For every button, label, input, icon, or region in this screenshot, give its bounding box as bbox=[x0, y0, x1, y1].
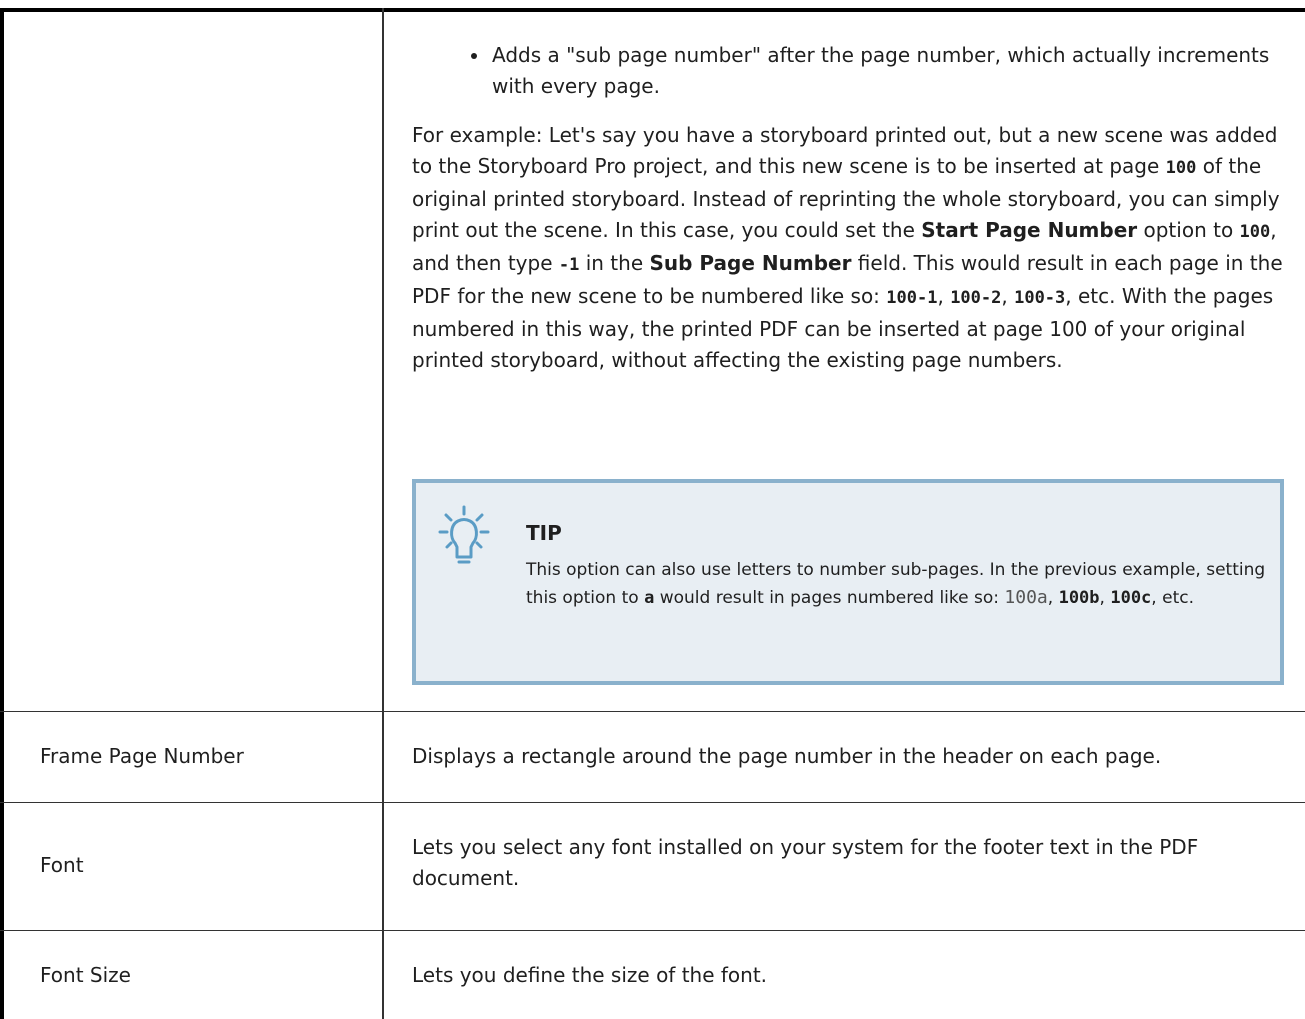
options-table: Adds a "sub page number" after the page … bbox=[0, 0, 1305, 1019]
sub-page-number-description: Adds a "sub page number" after the page … bbox=[412, 40, 1287, 376]
text: , etc. bbox=[1151, 588, 1194, 608]
code-value: 100-1 bbox=[886, 288, 938, 308]
tip-title: TIP bbox=[526, 521, 562, 545]
lightbulb-icon bbox=[438, 505, 490, 564]
code-value: 100-2 bbox=[950, 288, 1002, 308]
bullet-dot bbox=[471, 53, 477, 59]
example-paragraph: For example: Let's say you have a storyb… bbox=[412, 120, 1287, 376]
text: , bbox=[1001, 284, 1015, 308]
option-name: Start Page Number bbox=[921, 218, 1138, 242]
bullet-text: Adds a "sub page number" after the page … bbox=[492, 43, 1270, 98]
text: in the bbox=[579, 251, 650, 275]
code-value: 100 bbox=[1165, 158, 1197, 178]
option-desc-frame-page-number: Displays a rectangle around the page num… bbox=[412, 744, 1162, 768]
code-value: -1 bbox=[558, 255, 580, 275]
table-top-border bbox=[0, 8, 1305, 12]
option-desc-font: Lets you select any font installed on yo… bbox=[412, 835, 1199, 890]
option-name: Sub Page Number bbox=[649, 251, 852, 275]
text: For example: Let's say you have a storyb… bbox=[412, 123, 1278, 178]
code-value: 100a bbox=[1004, 587, 1048, 608]
option-label-font: Font bbox=[40, 853, 84, 877]
code-value: 100c bbox=[1110, 588, 1152, 608]
code-value: 100b bbox=[1058, 588, 1100, 608]
text: option to bbox=[1137, 218, 1240, 242]
row-divider bbox=[0, 930, 1305, 931]
code-value: a bbox=[644, 588, 655, 608]
text: , bbox=[1099, 588, 1111, 608]
row-divider bbox=[0, 802, 1305, 803]
tip-text: This option can also use letters to numb… bbox=[526, 557, 1266, 612]
text: would result in pages numbered like so: bbox=[654, 588, 1005, 608]
bullet-list-item: Adds a "sub page number" after the page … bbox=[412, 40, 1287, 102]
option-label-font-size: Font Size bbox=[40, 963, 131, 987]
code-value: 100 bbox=[1239, 222, 1271, 242]
column-divider bbox=[382, 8, 384, 1019]
option-label-frame-page-number: Frame Page Number bbox=[40, 744, 244, 768]
text: , bbox=[1047, 588, 1059, 608]
text: , bbox=[937, 284, 951, 308]
option-desc-font-size: Lets you define the size of the font. bbox=[412, 963, 768, 987]
table-left-border bbox=[0, 8, 4, 1019]
row-divider bbox=[0, 711, 1305, 712]
tip-box: TIP This option can also use letters to … bbox=[412, 479, 1284, 685]
code-value: 100-3 bbox=[1014, 288, 1066, 308]
